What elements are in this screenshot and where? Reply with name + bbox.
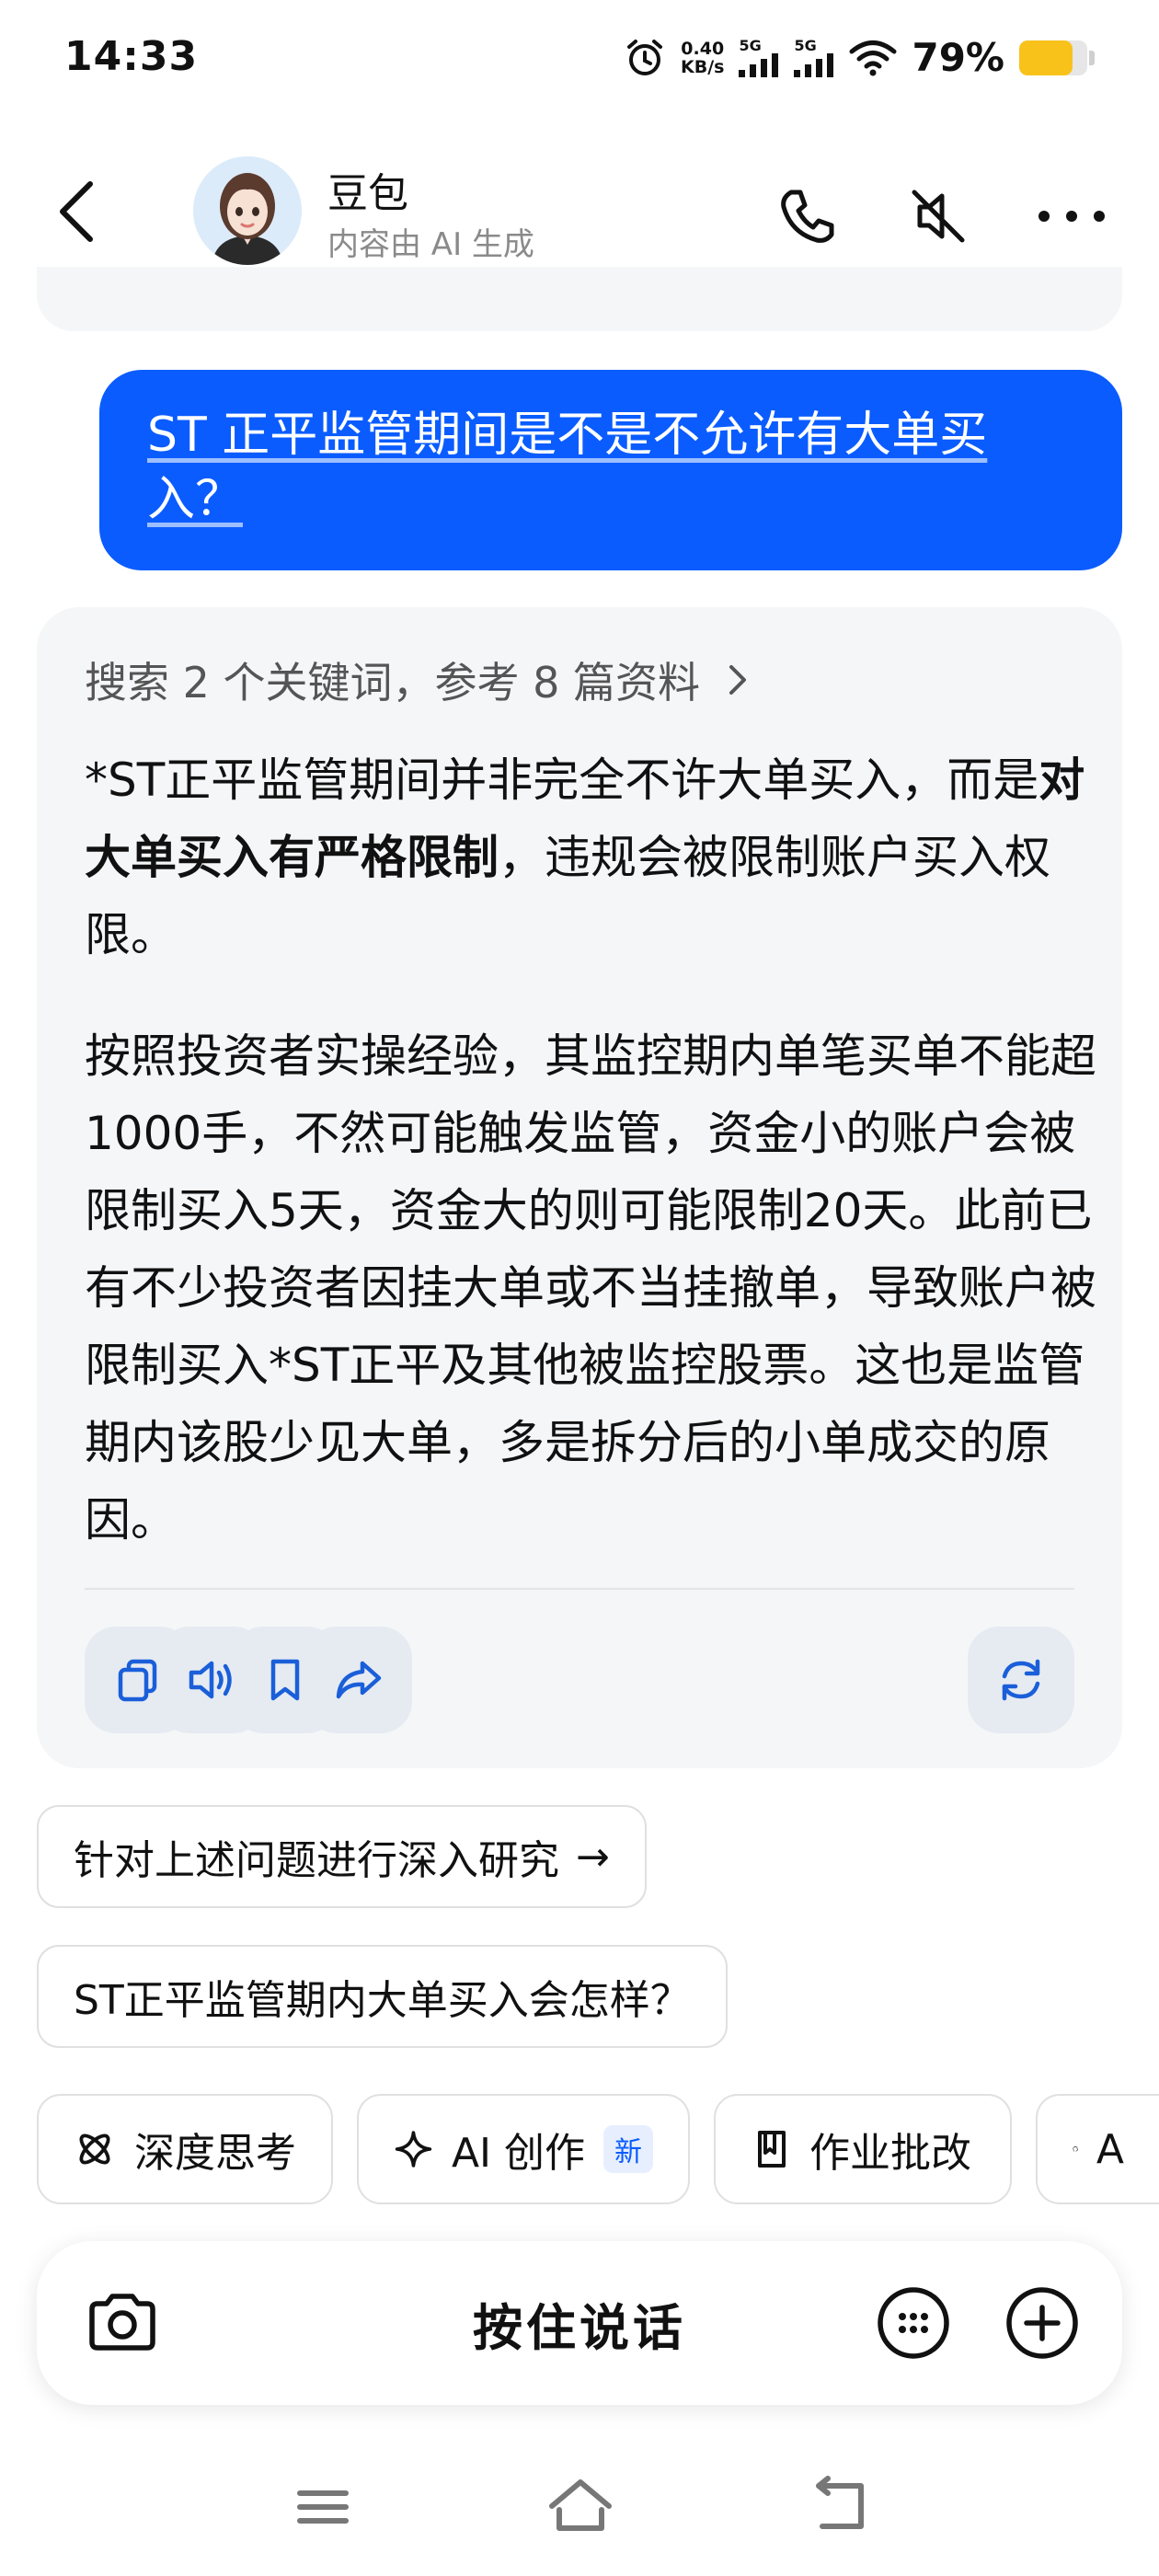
tool-label: 作业批改 xyxy=(809,2130,971,2177)
atom-icon xyxy=(79,2133,110,2165)
status-icons: 0.40 KB/s 5G 5G 79% xyxy=(624,35,1095,80)
response-paragraph-2: 按照投资者实操经验，其监控期内单笔买单不能超1000手，不然可能触发监管，资金小… xyxy=(85,1029,1096,1547)
battery-level-fill xyxy=(1019,40,1073,75)
suggestion-deep-research[interactable]: 针对上述问题进行深入研究 → xyxy=(37,1805,647,1908)
battery-percent: 79% xyxy=(912,35,1004,80)
network-speed-unit: KB/s xyxy=(681,56,725,77)
hold-to-talk-button[interactable]: 按住说话 xyxy=(313,2241,846,2405)
home-icon[interactable] xyxy=(539,2466,622,2548)
suggestion-label: ST正平监管期内大单买入会怎样？ xyxy=(74,1977,691,2024)
plus-button[interactable] xyxy=(1001,2282,1084,2364)
tool-deep-think[interactable]: 深度思考 xyxy=(37,2094,333,2204)
back-button[interactable] xyxy=(46,175,110,248)
divider xyxy=(85,1588,1074,1590)
tool-label: AI 创作 xyxy=(451,2130,585,2177)
new-badge: 新 xyxy=(603,2125,653,2173)
emoji-button[interactable] xyxy=(872,2282,955,2364)
user-message-text: ST 正平监管期间是不是不允许有大单买入？ xyxy=(147,408,988,527)
response-paragraph-1-start: *ST正平监管期间并非完全不许大单买入，而是 xyxy=(85,753,1039,807)
copy-icon xyxy=(118,1659,157,1702)
sim1-label: 5G xyxy=(739,36,762,54)
input-bar: 按住说话 xyxy=(37,2241,1122,2405)
system-nav-bar xyxy=(0,2466,1159,2558)
speaker-mute-button[interactable] xyxy=(901,179,975,253)
regenerate-button[interactable] xyxy=(968,1627,1074,1733)
back-nav-icon[interactable] xyxy=(797,2466,879,2548)
sparkle-icon xyxy=(395,2131,432,2168)
homework-book-icon xyxy=(758,2131,786,2168)
suggestion-label: 针对上述问题进行深入研究 xyxy=(74,1837,559,1884)
menu-icon[interactable] xyxy=(281,2466,364,2548)
status-bar: 14:33 0.40 KB/s 5G 5G 79% xyxy=(0,0,1159,120)
response-paragraph-1: *ST正平监管期间并非完全不许大单买入，而是对大单买入有严格限制，违规会被限制账… xyxy=(85,742,1096,973)
bookmark-icon xyxy=(270,1659,300,1701)
search-references-text: 搜索 2 个关键词，参考 8 篇资料 xyxy=(85,658,701,707)
tool-homework-grading[interactable]: 作业批改 xyxy=(714,2094,1012,2204)
signal-bars-icon xyxy=(739,52,779,77)
wifi-icon xyxy=(849,40,897,75)
suggestion-follow-up[interactable]: ST正平监管期内大单买入会怎样？ xyxy=(37,1945,728,2048)
sim2-label: 5G xyxy=(794,36,817,54)
phone-call-button[interactable] xyxy=(771,179,844,253)
share-button[interactable] xyxy=(305,1627,412,1733)
battery-tip xyxy=(1089,50,1095,65)
signal-bars-icon xyxy=(794,52,834,77)
network-speed: 0.40 KB/s xyxy=(681,40,724,76)
avatar[interactable] xyxy=(193,156,302,265)
network-speed-value: 0.40 xyxy=(681,38,725,59)
chat-header: 豆包 内容由 AI 生成 xyxy=(0,138,1159,285)
signal-sim1: 5G xyxy=(739,36,779,77)
arrow-right-icon: → xyxy=(576,1833,610,1880)
ai-response-card: 搜索 2 个关键词，参考 8 篇资料 *ST正平监管期间并非完全不许大单买入，而… xyxy=(37,607,1122,1768)
tool-partial[interactable]: A xyxy=(1036,2094,1159,2204)
head-profile-icon xyxy=(1073,2146,1078,2152)
battery-icon xyxy=(1019,40,1087,75)
refresh-icon xyxy=(1002,1659,1040,1701)
avatar-portrait-icon xyxy=(193,156,302,265)
status-time: 14:33 xyxy=(64,33,199,80)
camera-button[interactable] xyxy=(81,2282,164,2364)
alarm-icon xyxy=(627,39,662,75)
chat-title: 豆包 xyxy=(327,170,408,217)
chevron-right-icon xyxy=(729,665,747,695)
speaker-icon xyxy=(189,1661,232,1699)
previous-message-bubble-edge xyxy=(37,267,1122,331)
chat-subtitle: 内容由 AI 生成 xyxy=(327,226,534,263)
share-arrow-icon xyxy=(336,1661,382,1699)
search-references-link[interactable]: 搜索 2 个关键词，参考 8 篇资料 xyxy=(85,650,750,710)
tool-label: A xyxy=(1096,2125,1124,2173)
tool-label: 深度思考 xyxy=(134,2130,296,2177)
tool-ai-create[interactable]: AI 创作 新 xyxy=(357,2094,690,2204)
signal-sim2: 5G xyxy=(794,36,834,77)
user-message-bubble[interactable]: ST 正平监管期间是不是不允许有大单买入？ xyxy=(99,370,1122,570)
more-options-button[interactable] xyxy=(1030,189,1113,244)
